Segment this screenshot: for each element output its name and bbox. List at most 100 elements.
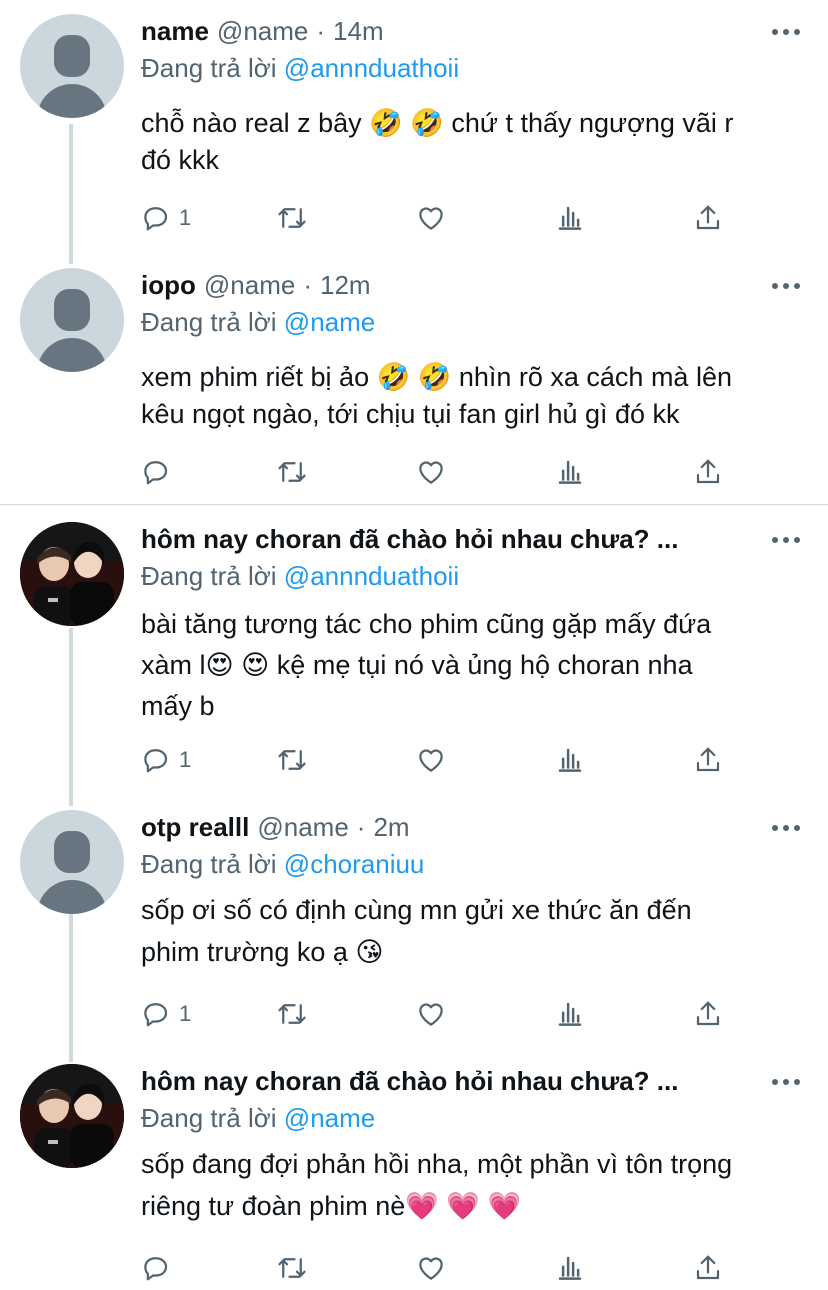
photo-avatar[interactable] [20, 522, 124, 626]
display-name[interactable]: hôm nay choran đã chào hỏi nhau chưa? ..… [141, 524, 678, 555]
conversation-divider [0, 504, 828, 505]
retweet-icon [278, 462, 306, 482]
tweet-actions [141, 455, 721, 489]
retweet-button[interactable] [277, 1251, 307, 1285]
separator-dot: · [303, 270, 312, 300]
retweet-icon [278, 1004, 306, 1024]
analytics-button[interactable] [555, 1251, 585, 1285]
tweet-text: xem phim riết bị ảo 🤣 🤣 nhìn rõ xa cách … [141, 359, 801, 433]
retweet-button[interactable] [277, 455, 307, 489]
analytics-button[interactable] [555, 455, 585, 489]
tweet-text-line: bài tăng tương tác cho phim cũng gặp mấy… [141, 609, 712, 639]
share-icon [696, 1001, 720, 1026]
like-button[interactable] [416, 201, 446, 235]
reply-button[interactable]: 1 [141, 743, 191, 777]
reply-context: Đang trả lời @name [141, 307, 375, 338]
analytics-icon [558, 460, 582, 484]
more-options-icon[interactable] [772, 281, 800, 291]
share-button[interactable] [693, 455, 723, 489]
tweet[interactable]: hôm nay choran đã chào hỏi nhau chưa? ..… [0, 508, 828, 798]
reply-prefix: Đang trả lời [141, 307, 277, 337]
retweet-button[interactable] [277, 997, 307, 1031]
more-options-icon[interactable] [772, 27, 800, 37]
profile-photo-icon [20, 522, 124, 626]
like-button[interactable] [416, 455, 446, 489]
handle[interactable]: @name [204, 270, 295, 301]
reply-button[interactable] [141, 1251, 179, 1285]
heart-icon [419, 207, 443, 230]
share-button[interactable] [693, 1251, 723, 1285]
reply-mention[interactable]: @annnduathoii [284, 561, 459, 591]
analytics-button[interactable] [555, 997, 585, 1031]
photo-avatar[interactable] [20, 1064, 124, 1168]
retweet-button[interactable] [277, 201, 307, 235]
handle[interactable]: @name [257, 812, 348, 843]
more-options-icon[interactable] [772, 535, 800, 545]
default-avatar[interactable] [20, 268, 124, 372]
timestamp[interactable]: 14m [333, 16, 384, 47]
analytics-icon [558, 748, 582, 772]
display-name[interactable]: name [141, 16, 209, 47]
like-button[interactable] [416, 997, 446, 1031]
separator-dot: · [316, 16, 326, 46]
display-name[interactable]: iopo [141, 270, 196, 301]
reply-count: 1 [179, 1001, 192, 1026]
retweet-icon [278, 750, 306, 770]
reply-button[interactable]: 1 [141, 201, 191, 235]
tweet-header: iopo @name · 12m [141, 270, 371, 304]
tweet-header: otp realll @name · 2m [141, 812, 410, 846]
tweet-text-line: đó kkk [141, 145, 220, 175]
profile-photo-icon [20, 1064, 124, 1168]
tweet-actions: 1 [141, 743, 721, 777]
reply-button[interactable]: 1 [141, 997, 191, 1031]
reply-prefix: Đang trả lời [141, 1103, 277, 1133]
more-options-icon[interactable] [772, 823, 800, 833]
display-name[interactable]: otp realll [141, 812, 249, 843]
reply-count: 1 [179, 205, 192, 230]
retweet-icon [278, 208, 306, 228]
retweet-button[interactable] [277, 743, 307, 777]
reply-mention[interactable]: @name [284, 1103, 375, 1133]
heart-icon [419, 1003, 443, 1026]
timestamp[interactable]: 12m [320, 270, 371, 301]
analytics-button[interactable] [555, 201, 585, 235]
tweet[interactable]: otp realll @name · 2m Đang trả lời @chor… [0, 796, 828, 1056]
default-avatar[interactable] [20, 14, 124, 118]
tweet-text-line: sốp ơi số có định cùng mn gửi xe thức ăn… [141, 895, 692, 925]
tweet[interactable]: hôm nay choran đã chào hỏi nhau chưa? ..… [0, 1050, 828, 1290]
tweet-header: name @name · 14m [141, 16, 384, 50]
separator-dot: · [356, 812, 366, 842]
tweet-text-line: xàm l😍 😍 kệ mẹ tụi nó và ủng hộ choran n… [141, 650, 693, 680]
reply-button[interactable] [141, 455, 179, 489]
default-avatar[interactable] [20, 810, 124, 914]
tweet-text: chỗ nào real z bây 🤣 🤣 chứ t thấy ngượng… [141, 105, 801, 179]
tweet-text: bài tăng tương tác cho phim cũng gặp mấy… [141, 604, 801, 727]
reply-icon [144, 461, 168, 485]
like-button[interactable] [416, 743, 446, 777]
more-options-icon[interactable] [772, 1077, 800, 1087]
tweet-actions: 1 [141, 201, 721, 235]
handle[interactable]: @name [217, 16, 308, 47]
tweet[interactable]: iopo @name · 12m Đang trả lời @name xem … [0, 254, 828, 504]
timestamp[interactable]: 2m [373, 812, 409, 843]
tweet-text-line: xem phim riết bị ảo 🤣 🤣 nhìn rõ xa cách … [141, 362, 732, 392]
reply-prefix: Đang trả lời [141, 53, 277, 83]
analytics-button[interactable] [555, 743, 585, 777]
share-button[interactable] [693, 743, 723, 777]
analytics-icon [558, 1002, 582, 1026]
share-button[interactable] [693, 997, 723, 1031]
like-button[interactable] [416, 1251, 446, 1285]
reply-mention[interactable]: @name [284, 307, 375, 337]
tweet-text-line: phim trường ko ạ 😘 [141, 937, 384, 967]
analytics-icon [558, 206, 582, 230]
analytics-icon [558, 1256, 582, 1280]
reply-mention[interactable]: @annnduathoii [284, 53, 459, 83]
share-button[interactable] [693, 201, 723, 235]
tweet-text: sốp ơi số có định cùng mn gửi xe thức ăn… [141, 889, 801, 973]
display-name[interactable]: hôm nay choran đã chào hỏi nhau chưa? ..… [141, 1066, 678, 1097]
share-icon [696, 747, 720, 772]
reply-mention[interactable]: @choraniuu [284, 849, 425, 879]
tweet-text-line: kêu ngọt ngào, tới chịu tụi fan girl hủ … [141, 399, 680, 429]
reply-context: Đang trả lời @annnduathoii [141, 53, 459, 84]
tweet[interactable]: name @name · 14m Đang trả lời @annnduath… [0, 0, 828, 264]
